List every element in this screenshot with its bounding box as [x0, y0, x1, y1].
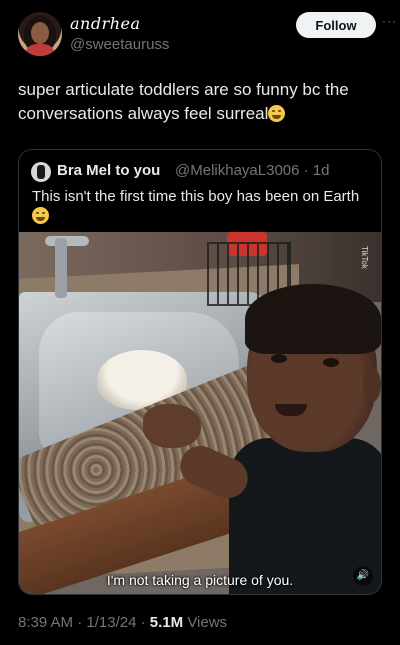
- tiktok-watermark: TikTok: [360, 246, 369, 269]
- author-name[interactable]: andrhea: [70, 14, 141, 33]
- author-handle[interactable]: @sweetauruss: [70, 36, 169, 53]
- quoted-meta: @MelikhayaL3006 · 1d: [175, 162, 330, 179]
- volume-icon[interactable]: 🔊: [353, 566, 373, 586]
- post-text: super articulate toddlers are so funny b…: [18, 78, 382, 126]
- faucet: [55, 238, 67, 298]
- child-hand: [143, 404, 201, 448]
- author-avatar[interactable]: [18, 12, 62, 56]
- quoted-author-handle[interactable]: @MelikhayaL3006: [175, 162, 299, 179]
- post-body: super articulate toddlers are so funny b…: [18, 80, 349, 123]
- meta-separator: ·: [303, 162, 309, 179]
- quoted-post[interactable]: Bra Mel to you @MelikhayaL3006 · 1d This…: [18, 149, 382, 595]
- views-count[interactable]: 5.1M: [150, 614, 183, 631]
- more-options-icon[interactable]: ···: [382, 14, 397, 28]
- quoted-post-age: 1d: [312, 162, 330, 179]
- post-time: 8:39 AM: [18, 614, 74, 631]
- post-footer: 8:39 AM · 1/13/24 · 5.1M Views: [18, 614, 228, 631]
- post-header: andrhea @sweetauruss Follow ···: [18, 12, 396, 58]
- laughing-face-emoji-icon: [32, 207, 49, 224]
- quoted-post-text: This isn't the first time this boy has b…: [32, 187, 372, 227]
- quoted-author-avatar[interactable]: [31, 162, 51, 182]
- video-caption: I'm not taking a picture of you.: [106, 572, 294, 588]
- post-date: 1/13/24: [86, 614, 137, 631]
- views-label: Views: [187, 614, 228, 631]
- crying-face-emoji-icon: [268, 105, 286, 122]
- video-player[interactable]: TikTok I'm not taking a picture of you. …: [19, 232, 381, 594]
- follow-button[interactable]: Follow: [296, 12, 376, 38]
- quoted-author-name[interactable]: Bra Mel to you: [57, 162, 160, 179]
- quoted-post-body: This isn't the first time this boy has b…: [32, 188, 360, 205]
